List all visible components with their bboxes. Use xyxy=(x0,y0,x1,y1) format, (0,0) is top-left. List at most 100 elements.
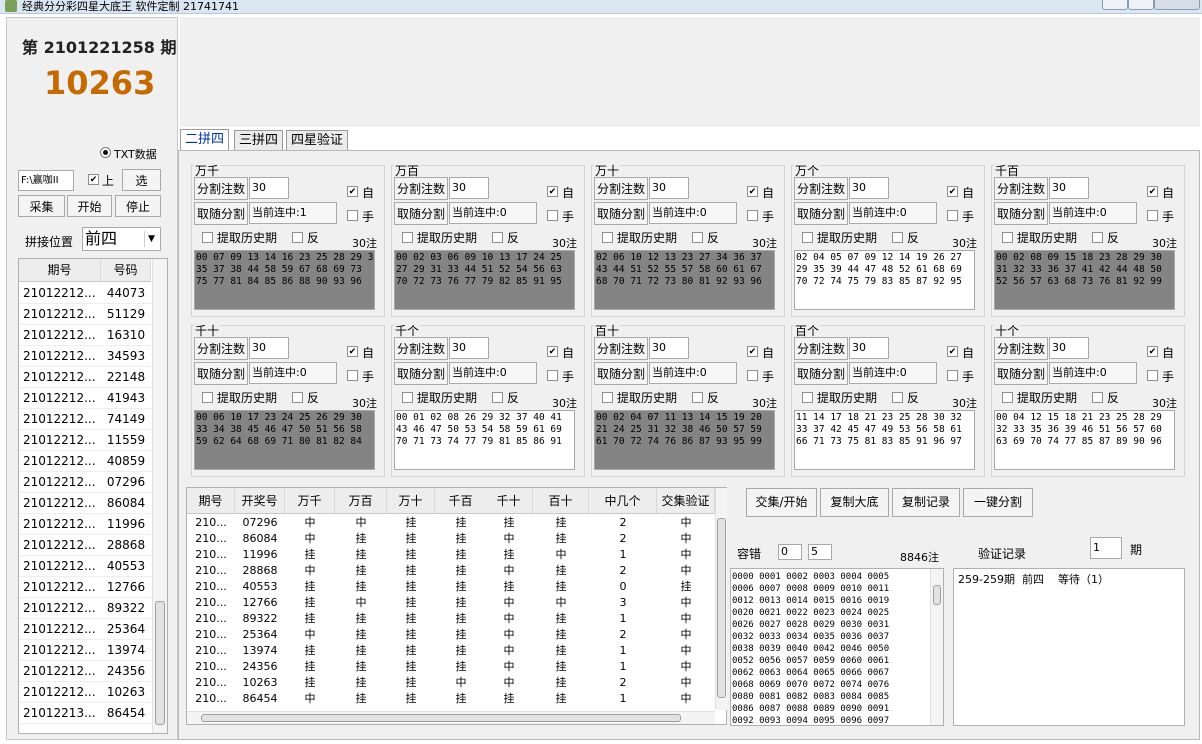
results-row[interactable]: 210... 07296 中 中 挂 挂 挂 挂 2 中 xyxy=(187,515,715,531)
history-checkbox[interactable] xyxy=(202,392,213,403)
verify-log[interactable]: 259-259期 前四 等待（1） xyxy=(953,568,1185,726)
column-header-issue[interactable]: 期号 xyxy=(19,259,101,282)
split-count-button[interactable]: 分割注数 xyxy=(194,337,248,360)
verify-periods-input[interactable]: 1 xyxy=(1090,537,1122,559)
random-split-button[interactable]: 取随分割 xyxy=(594,362,648,385)
history-row[interactable]: 21012212... 24356 xyxy=(19,661,151,682)
history-checkbox[interactable] xyxy=(402,392,413,403)
maximize-button[interactable] xyxy=(1128,0,1154,10)
tab-two-to-four[interactable]: 二拼四 xyxy=(180,129,230,151)
random-split-button[interactable]: 取随分割 xyxy=(394,362,448,385)
history-row[interactable]: 21012212... 12766 xyxy=(19,577,151,598)
random-split-button[interactable]: 取随分割 xyxy=(994,202,1048,225)
history-row[interactable]: 21012212... 07296 xyxy=(19,472,151,493)
history-row[interactable]: 21012212... 86084 xyxy=(19,493,151,514)
auto-checkbox[interactable]: ✔ xyxy=(1147,186,1158,197)
combo-scrollbar[interactable] xyxy=(930,569,943,725)
history-row[interactable]: 21012212... 22148 xyxy=(19,367,151,388)
results-row[interactable]: 210... 28868 中 挂 挂 挂 中 挂 2 中 xyxy=(187,563,715,579)
history-checkbox[interactable] xyxy=(802,392,813,403)
history-row[interactable]: 21012213... 86454 xyxy=(19,703,151,724)
history-row[interactable]: 21012212... 16310 xyxy=(19,325,151,346)
results-hscrollbar[interactable] xyxy=(187,711,715,724)
auto-checkbox[interactable]: ✔ xyxy=(547,186,558,197)
random-split-button[interactable]: 取随分割 xyxy=(994,362,1048,385)
position-select[interactable]: 前四 ▼ xyxy=(82,227,161,251)
history-row[interactable]: 21012212... 34593 xyxy=(19,346,151,367)
tolerance-to-input[interactable]: 5 xyxy=(808,544,832,560)
reverse-checkbox[interactable] xyxy=(892,392,903,403)
results-vscrollbar[interactable] xyxy=(715,488,727,710)
manual-checkbox[interactable] xyxy=(547,210,558,221)
tolerance-from-input[interactable]: 0 xyxy=(778,544,802,560)
tab-three-to-four[interactable]: 三拼四 xyxy=(234,130,284,151)
manual-checkbox[interactable] xyxy=(947,370,958,381)
history-row[interactable]: 21012212... 40859 xyxy=(19,451,151,472)
results-row[interactable]: 210... 25364 中 挂 挂 挂 中 挂 2 中 xyxy=(187,627,715,643)
manual-checkbox[interactable] xyxy=(947,210,958,221)
history-checkbox[interactable] xyxy=(202,232,213,243)
results-vscroll-thumb[interactable] xyxy=(717,518,726,698)
history-row[interactable]: 21012212... 44073 xyxy=(19,283,151,304)
split-count-button[interactable]: 分割注数 xyxy=(394,337,448,360)
split-count-input[interactable]: 30 xyxy=(649,177,689,199)
random-split-button[interactable]: 取随分割 xyxy=(794,362,848,385)
history-row[interactable]: 21012212... 25364 xyxy=(19,619,151,640)
minimize-button[interactable] xyxy=(1102,0,1128,10)
split-count-input[interactable]: 30 xyxy=(1049,337,1089,359)
manual-checkbox[interactable] xyxy=(1147,210,1158,221)
history-checkbox[interactable] xyxy=(1002,232,1013,243)
auto-checkbox[interactable]: ✔ xyxy=(747,186,758,197)
history-row[interactable]: 21012212... 13974 xyxy=(19,640,151,661)
split-count-button[interactable]: 分割注数 xyxy=(994,177,1048,200)
history-row[interactable]: 21012212... 40553 xyxy=(19,556,151,577)
start-button[interactable]: 开始 xyxy=(67,195,112,217)
history-row[interactable]: 21012212... 28868 xyxy=(19,535,151,556)
reverse-checkbox[interactable] xyxy=(892,232,903,243)
path-input[interactable]: F:\赢咖II xyxy=(18,170,74,191)
auto-checkbox[interactable]: ✔ xyxy=(1147,346,1158,357)
history-row[interactable]: 21012212... 51129 xyxy=(19,304,151,325)
history-row[interactable]: 21012212... 74149 xyxy=(19,409,151,430)
reverse-checkbox[interactable] xyxy=(292,392,303,403)
one-click-split-button[interactable]: 一键分割 xyxy=(963,488,1033,517)
auto-checkbox[interactable]: ✔ xyxy=(947,346,958,357)
split-count-input[interactable]: 30 xyxy=(649,337,689,359)
results-column-header[interactable]: 千十 xyxy=(485,488,533,514)
auto-checkbox[interactable]: ✔ xyxy=(747,346,758,357)
history-row[interactable]: 21012212... 11559 xyxy=(19,430,151,451)
intersect-start-button[interactable]: 交集/开始 xyxy=(746,488,817,517)
random-split-button[interactable]: 取随分割 xyxy=(794,202,848,225)
history-row[interactable]: 21012212... 10263 xyxy=(19,682,151,703)
results-row[interactable]: 210... 89322 挂 挂 挂 挂 中 挂 1 中 xyxy=(187,611,715,627)
close-button[interactable] xyxy=(1154,0,1200,10)
random-split-button[interactable]: 取随分割 xyxy=(594,202,648,225)
reverse-checkbox[interactable] xyxy=(1092,392,1103,403)
random-split-button[interactable]: 取随分割 xyxy=(394,202,448,225)
split-count-button[interactable]: 分割注数 xyxy=(794,337,848,360)
results-column-header[interactable]: 千百 xyxy=(435,488,487,514)
results-hscroll-thumb[interactable] xyxy=(201,714,681,722)
random-split-button[interactable]: 取随分割 xyxy=(194,202,248,225)
history-row[interactable]: 21012212... 41943 xyxy=(19,388,151,409)
results-row[interactable]: 210... 11996 挂 挂 挂 挂 挂 中 1 中 xyxy=(187,547,715,563)
reverse-checkbox[interactable] xyxy=(492,392,503,403)
results-column-header[interactable]: 万千 xyxy=(285,488,335,514)
txt-data-radio[interactable] xyxy=(100,147,111,158)
split-count-button[interactable]: 分割注数 xyxy=(794,177,848,200)
history-checkbox[interactable] xyxy=(802,232,813,243)
results-row[interactable]: 210... 86454 中 挂 挂 挂 挂 挂 1 中 xyxy=(187,691,715,707)
results-column-header[interactable]: 中几个 xyxy=(589,488,657,514)
split-count-input[interactable]: 30 xyxy=(249,337,289,359)
manual-checkbox[interactable] xyxy=(1147,370,1158,381)
manual-checkbox[interactable] xyxy=(747,370,758,381)
split-count-button[interactable]: 分割注数 xyxy=(594,337,648,360)
results-column-header[interactable]: 万十 xyxy=(387,488,435,514)
results-column-header[interactable]: 开奖号 xyxy=(235,488,285,514)
split-count-input[interactable]: 30 xyxy=(849,337,889,359)
split-count-input[interactable]: 30 xyxy=(849,177,889,199)
results-column-header[interactable]: 期号 xyxy=(187,488,235,514)
select-button[interactable]: 选 xyxy=(122,169,161,191)
history-row[interactable]: 21012212... 11996 xyxy=(19,514,151,535)
reverse-checkbox[interactable] xyxy=(492,232,503,243)
